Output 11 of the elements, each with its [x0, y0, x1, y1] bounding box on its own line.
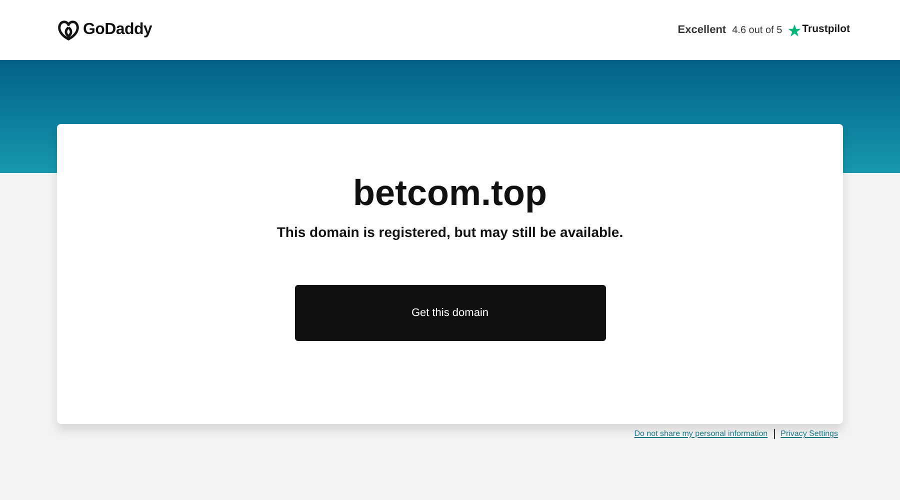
footer-link[interactable]: Privacy Settings	[780, 428, 838, 440]
domain-name: betcom.top	[353, 171, 547, 215]
trustpilot-logo[interactable]: Trustpilot	[802, 22, 850, 38]
logo-icon	[57, 20, 80, 40]
star-icon	[788, 24, 802, 36]
logo-text[interactable]: GoDaddy	[83, 18, 152, 42]
footer-link[interactable]: Do not share my personal information	[634, 428, 768, 440]
get-domain-button[interactable]: Get this domain	[294, 285, 606, 341]
rating-label: Excellent	[678, 22, 726, 38]
rating-score: 4.6 out of 5	[732, 24, 782, 38]
domain-status-message: This domain is registered, but may still be available.	[276, 223, 624, 242]
